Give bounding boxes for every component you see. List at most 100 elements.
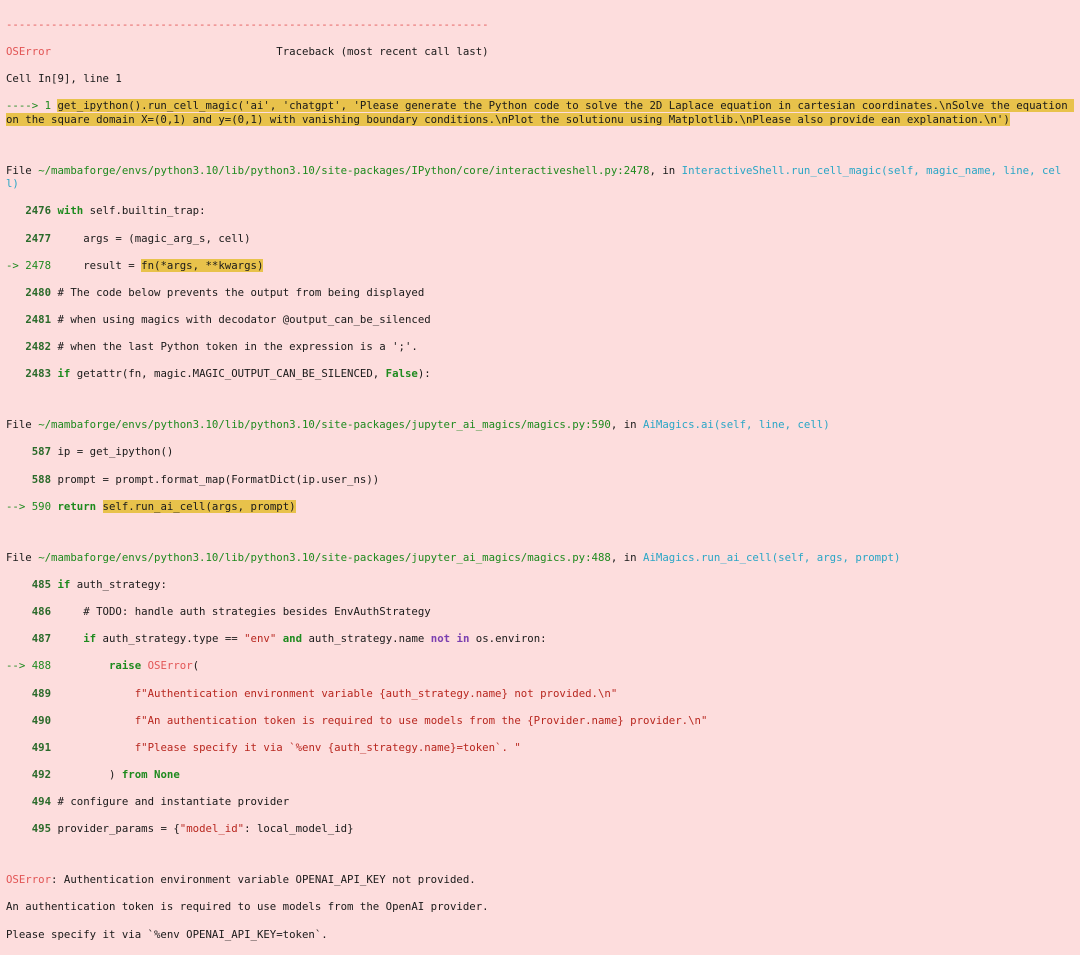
final-error-line-3: Please specify it via `%env OPENAI_API_K… <box>6 927 328 941</box>
line-number: 2480 <box>25 285 52 299</box>
frame1-line: ----> 1 get_ipython().run_cell_magic('ai… <box>6 99 1075 126</box>
line-number: 487 <box>31 632 52 646</box>
exception-name: OSError <box>147 659 193 673</box>
in-label: , in <box>610 418 644 432</box>
keyword: None <box>147 768 180 782</box>
line-number: 2483 <box>25 367 52 381</box>
keyword: if <box>57 367 71 381</box>
line-number: 485 <box>31 577 52 591</box>
highlighted-code: self.run_ai_cell(args, prompt) <box>102 499 296 513</box>
frame4-header: File ~/mambaforge/envs/python3.10/lib/py… <box>6 551 1074 565</box>
in-label: , in <box>649 163 682 177</box>
error-name: OSError <box>6 44 52 58</box>
current-line-arrow: -> 2478 <box>6 258 52 272</box>
keyword: not in <box>430 632 470 646</box>
code-line-491: 491 f"Please specify it via `%env {auth_… <box>6 741 1074 755</box>
line-number: 491 <box>31 740 52 754</box>
code-comment: # The code below prevents the output fro… <box>51 285 425 299</box>
keyword: from <box>121 768 148 782</box>
code-comment: # when the last Python token in the expr… <box>51 340 418 354</box>
code-comment: # configure and instantiate provider <box>51 795 290 809</box>
code-line-2482: 2482 # when the last Python token in the… <box>6 340 1074 354</box>
file-label: File <box>6 418 39 432</box>
line-number: 2481 <box>25 313 52 327</box>
keyword: raise <box>108 659 142 673</box>
line-number: 492 <box>31 768 52 782</box>
file-label: File <box>6 163 39 177</box>
code-text: args = (magic_arg_s, cell) <box>51 231 251 245</box>
keyword: with <box>57 204 84 218</box>
code-text: ip = get_ipython() <box>51 445 174 459</box>
code-line-490: 490 f"An authentication token is require… <box>6 714 1074 728</box>
line-number: 489 <box>31 686 52 700</box>
traceback-title: Traceback (most recent call last) <box>276 44 489 58</box>
code-line-588: 588 prompt = prompt.format_map(FormatDic… <box>6 473 1074 487</box>
code-line-488: --> 488 raise OSError( <box>6 659 1074 673</box>
code-line-2478: -> 2478 result = fn(*args, **kwargs) <box>6 258 1074 273</box>
code-text: ) <box>51 768 122 782</box>
code-text: os.environ: <box>469 632 547 646</box>
error-message: : Authentication environment variable OP… <box>51 873 476 887</box>
frame4-path: ~/mambaforge/envs/python3.10/lib/python3… <box>38 550 611 564</box>
separator-line: ----------------------------------------… <box>6 17 489 31</box>
final-error-line-2: An authentication token is required to u… <box>6 900 489 914</box>
line-number: 494 <box>31 795 52 809</box>
string-literal: "model_id" <box>179 822 245 836</box>
frame3-func: AiMagics.ai(self, line, cell) <box>643 418 830 432</box>
keyword: if <box>57 577 71 591</box>
current-line-arrow: --> 488 <box>6 659 52 673</box>
line-number: 2476 <box>25 204 52 218</box>
code-text: ( <box>192 659 200 673</box>
frame1-arrow: ----> 1 <box>6 99 58 113</box>
in-label: , in <box>610 550 644 564</box>
frame3-header: File ~/mambaforge/envs/python3.10/lib/py… <box>6 418 1074 432</box>
line-number: 2477 <box>25 231 52 245</box>
keyword: return <box>57 499 97 513</box>
line-number: 588 <box>31 472 52 486</box>
line-number: 495 <box>31 822 52 836</box>
frame4-func: AiMagics.run_ai_cell(self, args, prompt) <box>643 550 901 564</box>
cell-reference: Cell In[9], line 1 <box>6 71 122 85</box>
final-error-line: OSError: Authentication environment vari… <box>6 873 1074 887</box>
code-text: auth_strategy.name <box>302 632 431 646</box>
code-line-587: 587 ip = get_ipython() <box>6 445 1074 459</box>
traceback-header: OSError Traceback (most recent call last… <box>6 45 1074 59</box>
code-line-492: 492 ) from None <box>6 768 1074 782</box>
code-line-2477: 2477 args = (magic_arg_s, cell) <box>6 232 1074 246</box>
current-line-arrow: --> 590 <box>6 499 52 513</box>
highlighted-code: fn(*args, **kwargs) <box>141 258 264 272</box>
code-text: prompt = prompt.format_map(FormatDict(ip… <box>51 472 380 486</box>
keyword: False <box>385 367 418 381</box>
code-line-487: 487 if auth_strategy.type == "env" and a… <box>6 632 1074 646</box>
string-literal: f"An authentication token is required to… <box>134 713 708 727</box>
code-line-486: 486 # TODO: handle auth strategies besid… <box>6 605 1074 619</box>
frame2-path: ~/mambaforge/envs/python3.10/lib/python3… <box>38 163 650 177</box>
keyword: and <box>282 632 303 646</box>
code-text: result = <box>51 258 142 272</box>
code-text: getattr(fn, magic.MAGIC_OUTPUT_CAN_BE_SI… <box>70 367 386 381</box>
frame3-path: ~/mambaforge/envs/python3.10/lib/python3… <box>38 418 611 432</box>
code-text: auth_strategy: <box>70 577 167 591</box>
line-number: 2482 <box>25 340 52 354</box>
code-text: .builtin_trap: <box>115 204 206 218</box>
code-line-2480: 2480 # The code below prevents the outpu… <box>6 286 1074 300</box>
error-name: OSError <box>6 873 52 887</box>
code-text: provider_params = { <box>51 822 180 836</box>
code-line-590: --> 590 return self.run_ai_cell(args, pr… <box>6 499 1074 514</box>
code-text: auth_strategy.type == <box>96 632 245 646</box>
line-number: 490 <box>31 713 52 727</box>
code-text: ): <box>417 367 431 381</box>
code-line-485: 485 if auth_strategy: <box>6 578 1074 592</box>
code-line-494: 494 # configure and instantiate provider <box>6 795 1074 809</box>
traceback-output: ----------------------------------------… <box>0 0 1080 941</box>
file-label: File <box>6 550 39 564</box>
code-line-489: 489 f"Authentication environment variabl… <box>6 687 1074 701</box>
code-line-495: 495 provider_params = {"model_id": local… <box>6 822 1074 836</box>
code-text: self <box>83 204 116 218</box>
code-line-2483: 2483 if getattr(fn, magic.MAGIC_OUTPUT_C… <box>6 367 1074 381</box>
frame1-code: get_ipython().run_cell_magic('ai', 'chat… <box>6 99 1075 126</box>
string-literal: "env" <box>244 632 277 646</box>
code-line-2476: 2476 with self.builtin_trap: <box>6 204 1074 218</box>
code-line-2481: 2481 # when using magics with decodator … <box>6 313 1074 327</box>
frame2-header: File ~/mambaforge/envs/python3.10/lib/py… <box>6 164 1074 191</box>
